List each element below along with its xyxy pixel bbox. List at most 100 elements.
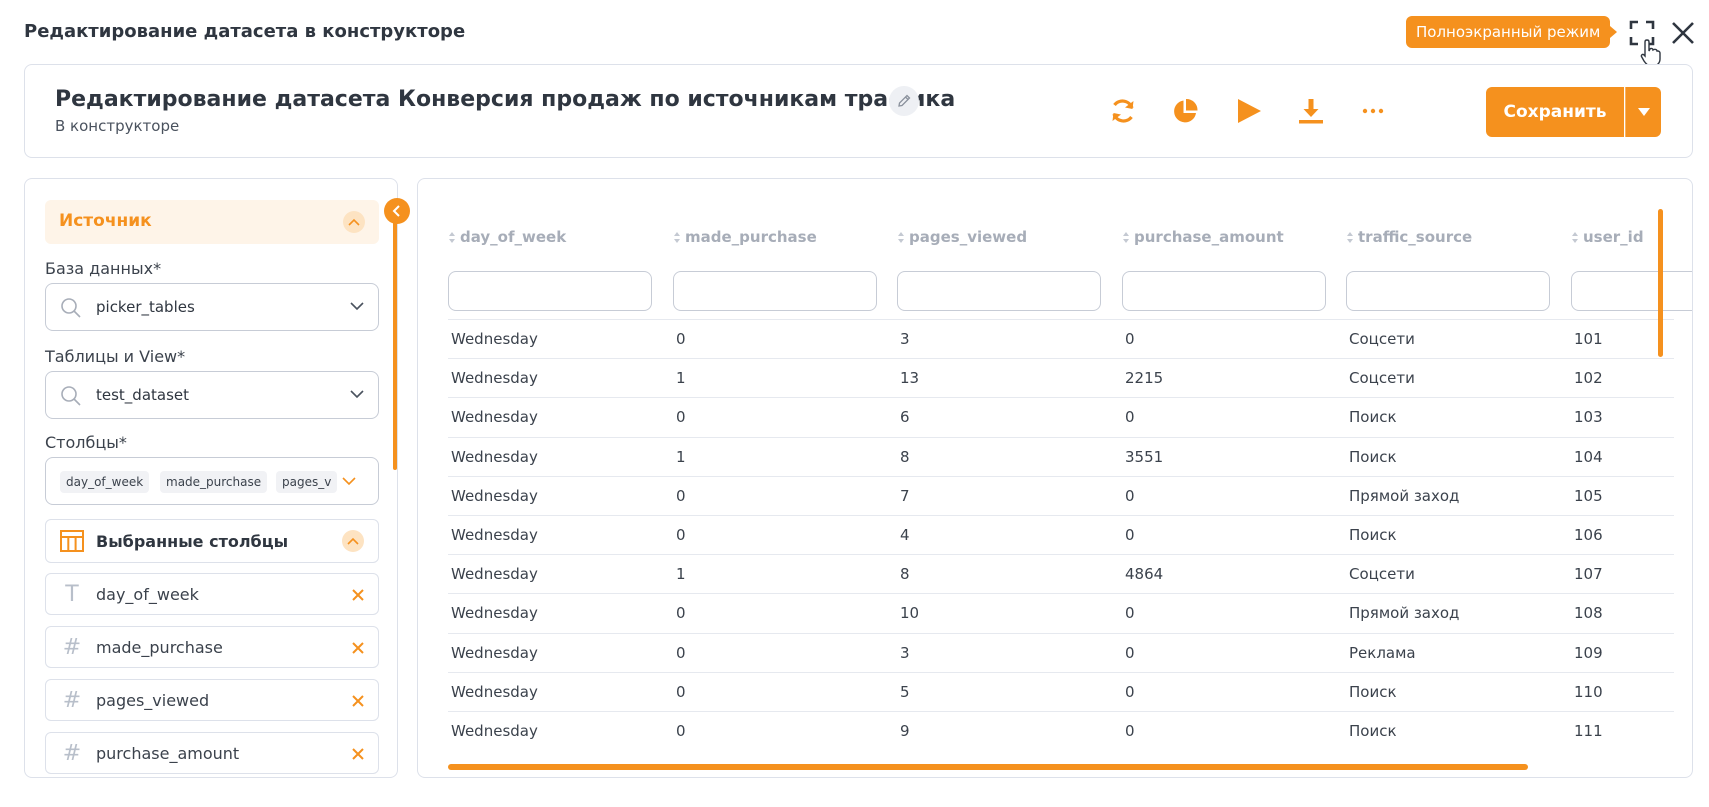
table-cell: 0 <box>1125 408 1135 427</box>
remove-icon[interactable] <box>350 746 366 762</box>
table-row[interactable]: Wednesday 0 10 0 Прямой заход 108 <box>448 593 1674 632</box>
table-cell: 6 <box>900 408 910 427</box>
table-cell: 110 <box>1574 682 1603 701</box>
remove-icon[interactable] <box>350 640 366 656</box>
table-row[interactable]: Wednesday 0 4 0 Поиск 106 <box>448 515 1674 554</box>
collapse-panel-button[interactable] <box>384 198 410 224</box>
table-cell: Поиск <box>1349 526 1397 544</box>
database-value: picker_tables <box>96 298 195 316</box>
table-cell: Wednesday <box>451 330 538 348</box>
columns-multiselect[interactable]: day_of_week made_purchase pages_v <box>45 457 379 505</box>
download-button[interactable] <box>1293 93 1329 129</box>
selected-column-name: purchase_amount <box>96 744 240 763</box>
table-cell: 0 <box>676 330 686 348</box>
sort-icon <box>449 232 455 243</box>
save-options-button[interactable] <box>1625 87 1661 137</box>
chevron-up-icon <box>342 530 364 552</box>
remove-icon[interactable] <box>350 693 366 709</box>
table-row[interactable]: Wednesday 0 5 0 Поиск 110 <box>448 671 1674 711</box>
column-tag[interactable]: pages_v <box>276 471 338 493</box>
table-cell: 103 <box>1574 408 1603 427</box>
selected-column-name: pages_viewed <box>96 691 210 710</box>
database-label: База данных* <box>45 259 162 278</box>
table-cell: 106 <box>1574 526 1603 544</box>
table-cell: 0 <box>676 408 686 427</box>
table-cell: Wednesday <box>451 408 538 427</box>
data-preview-panel: day_of_week made_purchase pages_viewed purc… <box>417 178 1693 778</box>
table-row[interactable]: Wednesday 1 13 2215 Соцсети 102 <box>448 358 1674 397</box>
selected-columns-header[interactable]: Выбранные столбцы <box>45 519 379 563</box>
table-row[interactable]: Wednesday 0 9 0 Поиск 111 <box>448 711 1674 750</box>
dataset-title: Редактирование датасета Конверсия продаж… <box>55 87 956 112</box>
table-cell: Wednesday <box>451 369 538 388</box>
column-header-made-purchase[interactable]: made_purchase <box>673 228 817 246</box>
column-header-label: made_purchase <box>685 228 817 246</box>
table-row[interactable]: Wednesday 0 3 0 Реклама 109 <box>448 632 1674 672</box>
filter-input[interactable] <box>897 271 1101 311</box>
sort-icon <box>1347 232 1353 243</box>
close-button[interactable] <box>1668 18 1698 48</box>
sort-icon <box>1123 232 1129 243</box>
column-header-purchase-amount[interactable]: purchase_amount <box>1122 228 1284 246</box>
table-cell: Wednesday <box>451 643 538 662</box>
table-cell: 1 <box>676 369 686 388</box>
fullscreen-tooltip: Полноэкранный режим <box>1406 16 1618 48</box>
source-section-header[interactable]: Источник <box>45 200 379 244</box>
number-type-icon: # <box>62 688 82 713</box>
more-icon <box>1362 108 1384 114</box>
column-header-day-of-week[interactable]: day_of_week <box>448 228 566 246</box>
table-cell: 4 <box>900 526 910 544</box>
table-cell: 105 <box>1574 486 1603 505</box>
table-cell: 0 <box>1125 682 1135 701</box>
column-tag[interactable]: day_of_week <box>60 471 150 493</box>
column-header-label: pages_viewed <box>909 228 1028 246</box>
table-row[interactable]: Wednesday 1 8 3551 Поиск 104 <box>448 436 1674 476</box>
play-icon <box>1238 99 1261 123</box>
filter-input[interactable] <box>1571 271 1692 311</box>
table-cell: 0 <box>676 722 686 740</box>
remove-icon[interactable] <box>350 587 366 603</box>
refresh-button[interactable] <box>1105 93 1141 129</box>
table-cell: 0 <box>676 526 686 544</box>
table-row[interactable]: Wednesday 1 8 4864 Соцсети 107 <box>448 554 1674 593</box>
selected-column-name: day_of_week <box>96 585 199 604</box>
filter-input[interactable] <box>1122 271 1326 311</box>
save-button[interactable]: Сохранить <box>1486 87 1624 137</box>
tables-select[interactable]: test_dataset <box>45 371 379 419</box>
table-cell: 0 <box>676 643 686 662</box>
filter-input[interactable] <box>673 271 877 311</box>
database-select[interactable]: picker_tables <box>45 283 379 331</box>
filter-input[interactable] <box>1346 271 1550 311</box>
table-cell: 102 <box>1574 369 1603 388</box>
column-header-pages-viewed[interactable]: pages_viewed <box>897 228 1027 246</box>
edit-title-button[interactable] <box>889 86 919 116</box>
table-cell: Wednesday <box>451 486 538 505</box>
table-row[interactable]: Wednesday 0 7 0 Прямой заход 105 <box>448 475 1674 515</box>
column-tag[interactable]: made_purchase <box>160 471 268 493</box>
table-cell: 3 <box>900 643 910 662</box>
table-cell: 9 <box>900 722 910 740</box>
modal-title: Редактирование датасета в конструкторе <box>24 21 466 42</box>
chart-button[interactable] <box>1167 93 1203 129</box>
table-cell: Поиск <box>1349 682 1397 701</box>
source-panel: Источник База данных* picker_tables Табл… <box>24 178 398 778</box>
column-header-user-id[interactable]: user_id <box>1571 228 1644 246</box>
run-button[interactable] <box>1230 93 1266 129</box>
table-cell: 0 <box>1125 643 1135 662</box>
table-row[interactable]: Wednesday 0 6 0 Поиск 103 <box>448 397 1674 436</box>
column-header-label: purchase_amount <box>1134 228 1284 246</box>
sort-icon <box>674 232 680 243</box>
table-cell: Wednesday <box>451 682 538 701</box>
table-icon <box>60 530 84 552</box>
table-row[interactable]: Wednesday 0 3 0 Соцсети 101 <box>448 319 1674 358</box>
more-button[interactable] <box>1355 93 1391 129</box>
table-horizontal-scrollbar[interactable] <box>448 764 1528 770</box>
column-header-traffic-source[interactable]: traffic_source <box>1346 228 1472 246</box>
column-header-label: traffic_source <box>1358 228 1473 246</box>
table-vertical-scrollbar[interactable] <box>1658 209 1663 357</box>
selected-column-item: # pages_viewed <box>45 679 379 721</box>
filter-input[interactable] <box>448 271 652 311</box>
chevron-up-icon <box>343 211 365 233</box>
table-cell: Соцсети <box>1349 369 1415 388</box>
left-panel-scrollbar[interactable] <box>393 200 397 470</box>
